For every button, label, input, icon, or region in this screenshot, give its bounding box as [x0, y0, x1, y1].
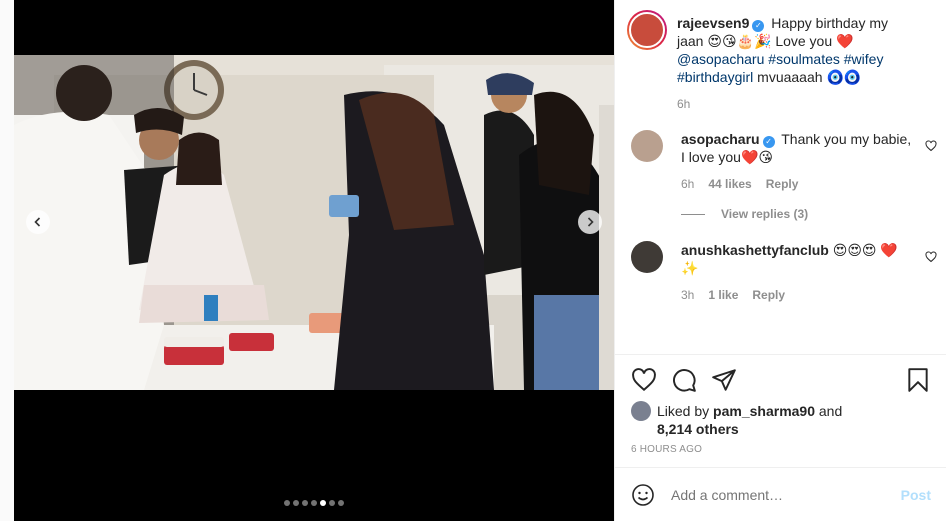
caption-mention[interactable]: @asopacharu [677, 51, 764, 67]
comment-username[interactable]: anushkashettyfanclub [681, 242, 829, 258]
replies-divider [681, 213, 705, 215]
post-comment-button[interactable]: Post [901, 487, 931, 503]
liked-user[interactable]: pam_sharma90 [713, 403, 815, 419]
comment-body: anushkashettyfanclub 😍😍😍 ❤️✨ 3h 1 like R… [681, 241, 931, 304]
liked-by-text: Liked by pam_sharma90 and 8,214 others [657, 402, 842, 438]
liked-by: Liked by pam_sharma90 and 8,214 others [631, 401, 931, 438]
like-comment-heart-icon[interactable] [925, 140, 937, 152]
post-photo[interactable] [14, 55, 614, 390]
liked-prefix: Liked by [657, 403, 710, 419]
emoji-smile-icon[interactable] [631, 483, 655, 507]
carousel-dot [329, 500, 335, 506]
caption-text-2: Love you [775, 33, 833, 49]
carousel-dot [302, 500, 308, 506]
like-heart-icon[interactable] [631, 367, 657, 393]
comments-section: rajeevsen9 ✓ Happy birthday my jaan 😍😘🎂🎉 … [615, 0, 946, 354]
author-avatar[interactable] [627, 10, 667, 50]
caption-emoji: 😍😘🎂🎉 [707, 33, 772, 49]
carousel-dots [14, 500, 614, 506]
birthday-party-photo [14, 55, 614, 390]
liker-avatar[interactable] [631, 401, 651, 421]
comment-meta: 3h 1 like Reply [681, 286, 913, 304]
reply-button[interactable]: Reply [752, 286, 785, 304]
instagram-post: rajeevsen9 ✓ Happy birthday my jaan 😍😘🎂🎉 … [14, 0, 946, 521]
chevron-right-icon [587, 217, 594, 227]
carousel-next-button[interactable] [578, 210, 602, 234]
comment-likes[interactable]: 44 likes [708, 175, 751, 193]
carousel-prev-button[interactable] [26, 210, 50, 234]
comment-body: asopacharu ✓ Thank you my babie, I love y… [681, 130, 931, 193]
verified-badge-icon: ✓ [762, 136, 775, 148]
comment-emoji: ❤️😘 [740, 149, 773, 165]
post-timestamp[interactable]: 6 HOURS AGO [631, 444, 931, 455]
action-icons [631, 367, 931, 393]
post-sidebar: rajeevsen9 ✓ Happy birthday my jaan 😍😘🎂🎉 … [614, 0, 946, 521]
reply-button[interactable]: Reply [766, 175, 799, 193]
comment-time[interactable]: 6h [681, 175, 694, 193]
liked-and: and [818, 403, 843, 419]
add-comment-input[interactable] [671, 486, 901, 503]
chevron-left-icon [34, 217, 41, 227]
comment-row: anushkashettyfanclub 😍😍😍 ❤️✨ 3h 1 like R… [631, 241, 937, 304]
save-bookmark-icon[interactable] [905, 367, 931, 393]
comment-username[interactable]: asopacharu [681, 131, 760, 147]
commenter-avatar[interactable] [631, 241, 663, 273]
caption-text-3: mvuaaaah [757, 69, 823, 85]
carousel-dot [338, 500, 344, 506]
caption-row: rajeevsen9 ✓ Happy birthday my jaan 😍😘🎂🎉 … [627, 10, 931, 113]
comment-bubble-icon[interactable] [671, 367, 697, 393]
caption-meta: 6h [677, 95, 913, 113]
caption-time[interactable]: 6h [677, 95, 690, 113]
share-paper-plane-icon[interactable] [711, 367, 737, 393]
carousel-dot [320, 500, 326, 506]
comment-row: asopacharu ✓ Thank you my babie, I love y… [631, 130, 937, 193]
view-replies-label: View replies (3) [721, 207, 809, 221]
add-comment-bar: Post [615, 467, 946, 521]
liked-others[interactable]: 8,214 others [657, 421, 739, 437]
carousel-dot [284, 500, 290, 506]
comment-likes[interactable]: 1 like [708, 286, 738, 304]
caption-emoji-heart: ❤️ [836, 33, 854, 49]
view-replies-button[interactable]: View replies (3) [681, 207, 931, 221]
caption-body: rajeevsen9 ✓ Happy birthday my jaan 😍😘🎂🎉 … [677, 14, 931, 113]
comment-emoji: 😍😍😍 [832, 242, 877, 258]
verified-badge-icon: ✓ [752, 20, 765, 32]
author-username[interactable]: rajeevsen9 [677, 15, 749, 31]
post-actions: Liked by pam_sharma90 and 8,214 others 6… [615, 354, 946, 455]
commenter-avatar[interactable] [631, 130, 663, 162]
carousel-dot [311, 500, 317, 506]
carousel-dot [293, 500, 299, 506]
post-media [14, 0, 614, 521]
like-comment-heart-icon[interactable] [925, 251, 937, 263]
comment-time[interactable]: 3h [681, 286, 694, 304]
comment-meta: 6h 44 likes Reply [681, 175, 913, 193]
caption-emoji-3: 🧿🧿 [826, 69, 862, 85]
